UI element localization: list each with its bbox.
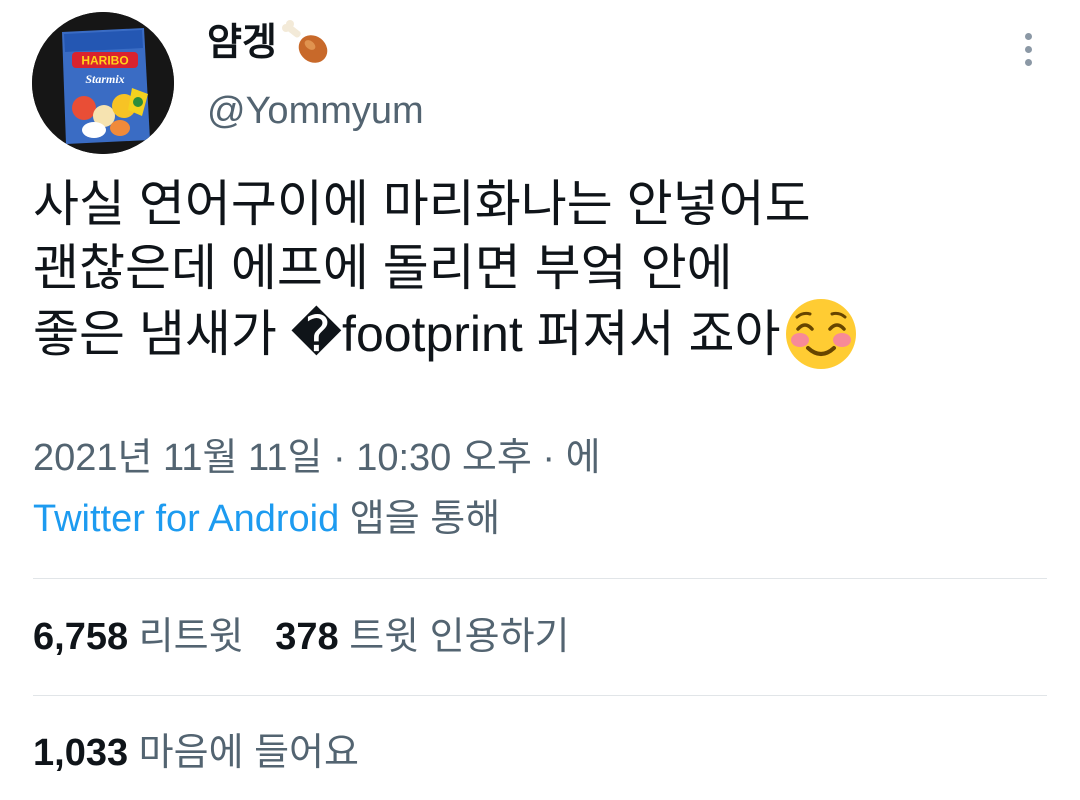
likes-count: 1,033: [33, 732, 129, 774]
stats-likes: 1,033 마음에 들어요: [33, 727, 359, 779]
quotes-label: 트윗 인용하기: [349, 616, 570, 658]
display-name[interactable]: 얌겡: [207, 20, 331, 66]
source-app-link[interactable]: Twitter for Android: [33, 498, 339, 540]
meta-separator: ·: [531, 437, 566, 479]
tweet-line-text: 좋은 냄새가 �footprint 퍼져서 죠아: [33, 306, 781, 363]
more-options-icon[interactable]: [1010, 24, 1046, 74]
more-dot: [1024, 58, 1032, 66]
via-prefix: 에: [565, 437, 601, 479]
haribo-starmix-bag-avatar-icon: HARIBO Starmix: [32, 12, 174, 154]
stats-retweets-quotes: 6,758 리트윗 378 트윗 인용하기: [33, 611, 570, 663]
retweets-count: 6,758: [33, 616, 129, 658]
retweets-stat[interactable]: 6,758 리트윗: [33, 616, 244, 658]
tweet-source: Twitter for Android 앱을 통해: [33, 493, 500, 545]
tweet-text: 사실 연어구이에 마리화나는 안넣어도 괜찮은데 에프에 돌리면 부엌 안에 좋…: [33, 172, 1043, 369]
meta-separator: ·: [322, 437, 357, 479]
display-name-text: 얌겡: [207, 22, 277, 64]
divider: [33, 578, 1047, 579]
source-suffix: 앱을 통해: [339, 498, 501, 540]
tweet-line: 괜찮은데 에프에 돌리면 부엌 안에: [33, 240, 733, 296]
retweets-label: 리트윗: [138, 616, 244, 658]
quotes-count: 378: [275, 616, 339, 658]
tweet-time: 10:30 오후: [356, 437, 532, 479]
user-handle[interactable]: @Yommyum: [207, 88, 424, 134]
tweet-date: 2021년 11월 11일: [33, 437, 323, 479]
avatar-brand-text: HARIBO: [81, 54, 128, 68]
avatar[interactable]: HARIBO Starmix: [32, 12, 174, 154]
tweet-timestamp[interactable]: 2021년 11월 11일 · 10:30 오후 · 에: [33, 432, 601, 484]
tweet-line: 사실 연어구이에 마리화나는 안넣어도: [33, 176, 811, 232]
divider: [33, 695, 1047, 696]
tweet-line-last: 좋은 냄새가 �footprint 퍼져서 죠아: [33, 299, 1043, 369]
likes-label: 마음에 들어요: [138, 732, 359, 774]
likes-stat[interactable]: 1,033 마음에 들어요: [33, 732, 359, 774]
quotes-stat[interactable]: 378 트윗 인용하기: [275, 616, 569, 658]
smiling-face-with-blush-emoji-icon: [785, 299, 856, 369]
avatar-product-text: Starmix: [85, 72, 124, 86]
more-dot: [1024, 32, 1032, 40]
more-dot: [1024, 45, 1032, 53]
poultry-leg-emoji-icon: [281, 20, 328, 63]
